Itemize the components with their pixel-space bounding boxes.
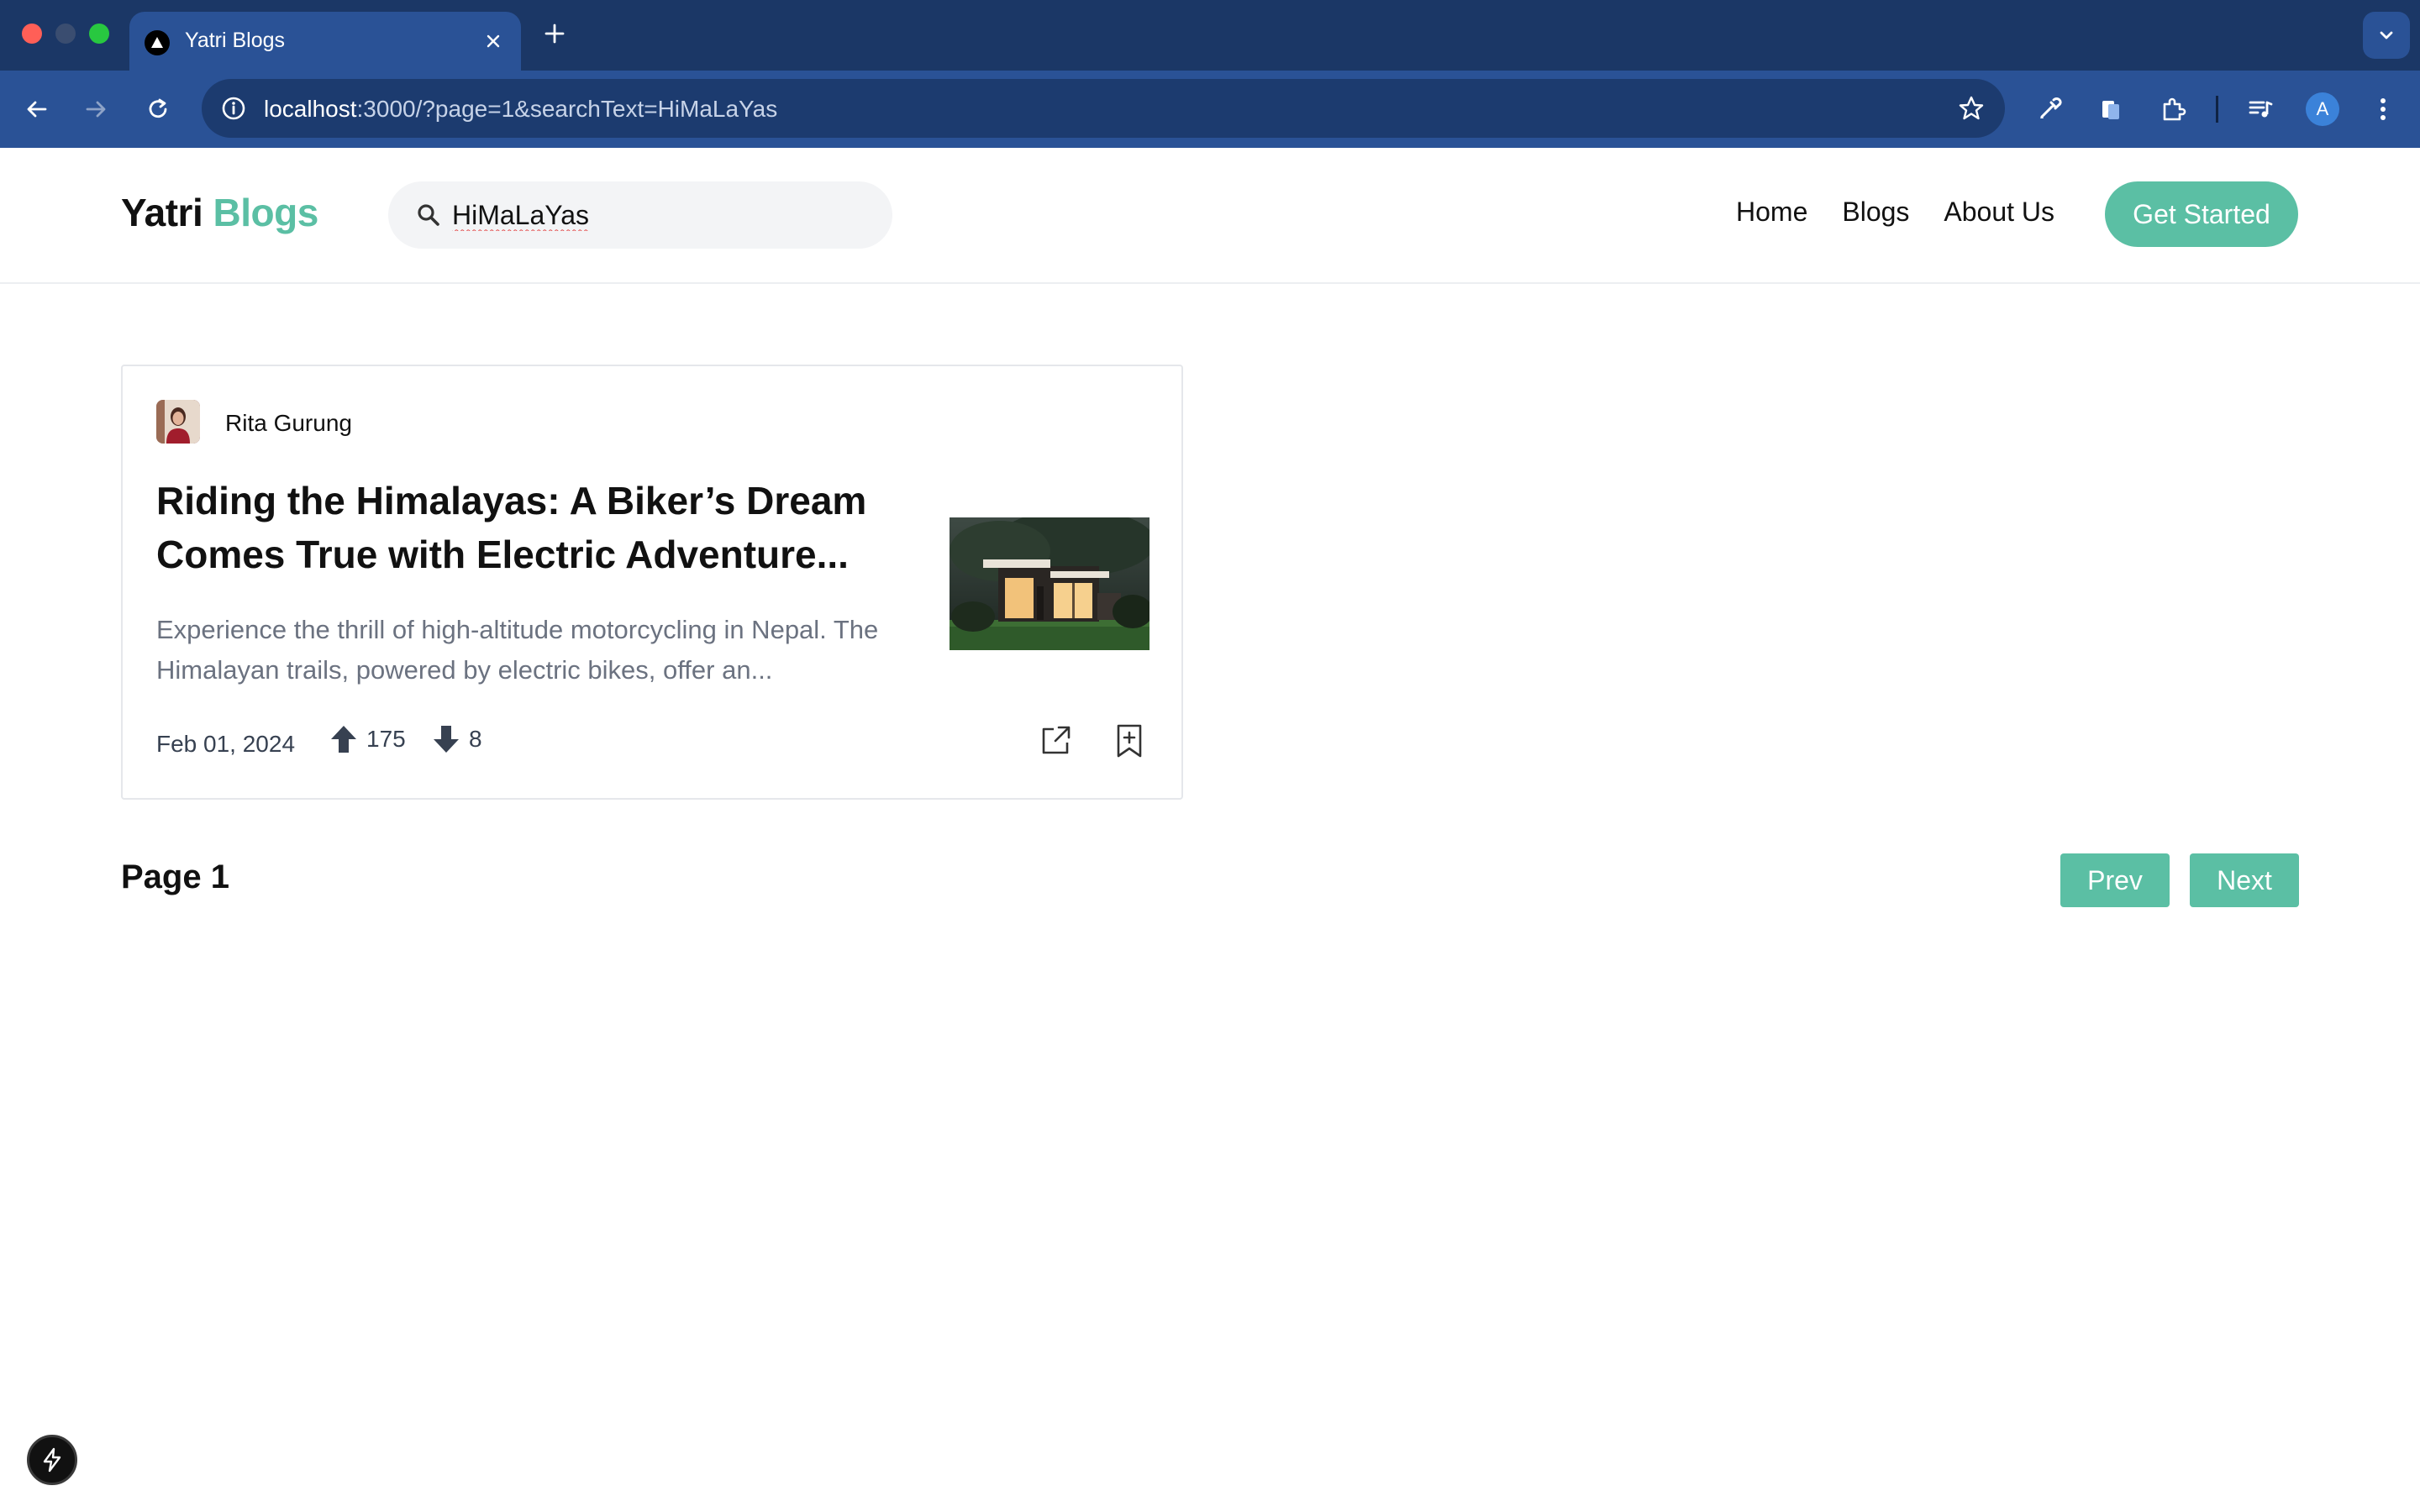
new-tab-button[interactable] bbox=[538, 17, 571, 50]
url-text: localhost:3000/?page=1&searchText=HiMaLa… bbox=[264, 96, 778, 122]
logo-primary: Yatri bbox=[121, 191, 203, 234]
info-icon[interactable] bbox=[215, 90, 252, 127]
search-box[interactable] bbox=[388, 181, 892, 249]
back-button[interactable] bbox=[17, 89, 57, 129]
share-icon bbox=[1042, 726, 1071, 754]
dev-tools-badge[interactable] bbox=[27, 1435, 77, 1485]
tab-search-button[interactable] bbox=[2363, 12, 2410, 59]
author-name[interactable]: Rita Gurung bbox=[225, 410, 352, 437]
back-icon bbox=[27, 101, 47, 118]
profile-avatar[interactable]: A bbox=[2306, 92, 2339, 126]
bookmark-add-icon bbox=[1117, 724, 1142, 758]
tab-title: Yatri Blogs bbox=[185, 29, 286, 52]
browser-tab-active[interactable]: Yatri Blogs bbox=[129, 12, 521, 71]
reload-icon bbox=[149, 98, 167, 118]
nav-link-about-us[interactable]: About Us bbox=[1944, 197, 2054, 228]
search-input[interactable] bbox=[452, 193, 872, 237]
forward-icon bbox=[86, 101, 106, 118]
chevron-down-icon bbox=[2380, 31, 2393, 39]
extensions-icon[interactable] bbox=[2153, 89, 2193, 129]
bookmark-button[interactable] bbox=[1111, 722, 1148, 759]
browser-tab-bar: Yatri Blogs bbox=[0, 0, 2420, 71]
post-title[interactable]: Riding the Himalayas: A Biker’s Dream Co… bbox=[156, 474, 896, 581]
logo-accent: Blogs bbox=[213, 191, 319, 234]
prev-button[interactable]: Prev bbox=[2060, 853, 2170, 907]
page-indicator: Page 1 bbox=[121, 858, 229, 895]
downvote-count: 8 bbox=[469, 726, 482, 752]
forward-button[interactable] bbox=[76, 89, 116, 129]
upvote-button[interactable]: 175 bbox=[329, 724, 406, 754]
eyedropper-icon[interactable] bbox=[2029, 89, 2070, 129]
address-bar[interactable]: localhost:3000/?page=1&searchText=HiMaLa… bbox=[202, 79, 2005, 138]
blog-post-card[interactable]: Rita Gurung Riding the Himalayas: A Bike… bbox=[121, 365, 1183, 800]
nav-link-home[interactable]: Home bbox=[1736, 197, 1807, 228]
upvote-count: 175 bbox=[366, 726, 406, 752]
main-nav: Home Blogs About Us bbox=[1736, 197, 2054, 228]
media-icon[interactable] bbox=[2240, 89, 2281, 129]
share-button[interactable] bbox=[1037, 722, 1074, 759]
maximize-window-button[interactable] bbox=[89, 24, 109, 44]
more-icon[interactable] bbox=[2363, 89, 2403, 129]
arrow-up-icon bbox=[331, 726, 356, 753]
lightning-icon bbox=[43, 1447, 61, 1473]
nav-link-blogs[interactable]: Blogs bbox=[1842, 197, 1909, 228]
site-logo[interactable]: Yatri Blogs bbox=[121, 190, 318, 235]
minimize-window-button[interactable] bbox=[55, 24, 76, 44]
bookmark-star-icon[interactable] bbox=[1953, 90, 1990, 127]
arrow-down-icon bbox=[434, 726, 459, 753]
toolbar-divider bbox=[2216, 96, 2218, 123]
post-date: Feb 01, 2024 bbox=[156, 731, 296, 757]
close-window-button[interactable] bbox=[22, 24, 42, 44]
author-avatar bbox=[156, 400, 200, 444]
post-excerpt: Experience the thrill of high-altitude m… bbox=[156, 615, 879, 685]
favicon-icon bbox=[145, 30, 170, 55]
site-header: Yatri Blogs Home Blogs About Us Get Star… bbox=[0, 148, 2420, 284]
post-thumbnail[interactable] bbox=[950, 517, 1150, 650]
next-button[interactable]: Next bbox=[2190, 853, 2299, 907]
reload-button[interactable] bbox=[138, 89, 178, 129]
tab-close-icon[interactable] bbox=[479, 27, 508, 55]
get-started-button[interactable]: Get Started bbox=[2105, 181, 2298, 247]
downvote-button[interactable]: 8 bbox=[432, 724, 482, 754]
copy-icon[interactable] bbox=[2091, 89, 2131, 129]
search-icon bbox=[418, 204, 439, 226]
browser-toolbar: localhost:3000/?page=1&searchText=HiMaLa… bbox=[0, 71, 2420, 148]
